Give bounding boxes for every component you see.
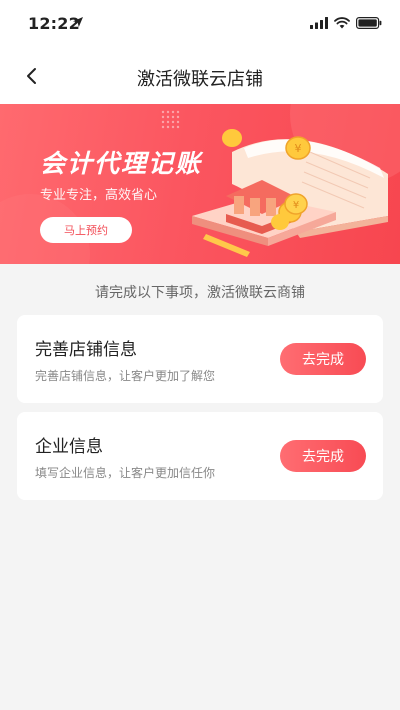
- promo-banner[interactable]: ¥ ¥ 会计代理记账 专业专注，高效省心 马上预约: [0, 104, 400, 264]
- wifi-icon: [334, 17, 350, 29]
- signal-icon: [310, 17, 328, 29]
- book-now-button[interactable]: 马上预约: [40, 217, 132, 243]
- banner-subtitle: 专业专注，高效省心: [40, 188, 158, 203]
- activation-notice: 请完成以下事项，激活微联云商铺: [95, 285, 305, 301]
- task-title: 完善店铺信息: [35, 340, 137, 360]
- page-title: 激活微联云店铺: [137, 69, 263, 90]
- location-arrow-icon: [73, 17, 83, 27]
- task-card-shop-info: 完善店铺信息 完善店铺信息，让客户更加了解您 去完成: [17, 315, 383, 403]
- task-description: 填写企业信息，让客户更加信任你: [35, 466, 216, 480]
- complete-shop-info-button[interactable]: 去完成: [280, 343, 366, 375]
- battery-icon: [356, 17, 382, 29]
- complete-company-info-button[interactable]: 去完成: [280, 440, 366, 472]
- task-title: 企业信息: [35, 437, 103, 457]
- nav-bar: 激活微联云店铺: [0, 48, 400, 104]
- status-bar: 12:22: [0, 0, 400, 48]
- task-description: 完善店铺信息，让客户更加了解您: [35, 369, 216, 383]
- top-bar: 12:22 激活微联云店铺: [0, 0, 400, 104]
- svg-text:¥: ¥: [293, 200, 299, 211]
- svg-text:¥: ¥: [295, 142, 302, 155]
- status-icons: [310, 16, 382, 30]
- task-card-company-info: 企业信息 填写企业信息，让客户更加信任你 去完成: [17, 412, 383, 500]
- banner-title: 会计代理记账: [40, 149, 203, 178]
